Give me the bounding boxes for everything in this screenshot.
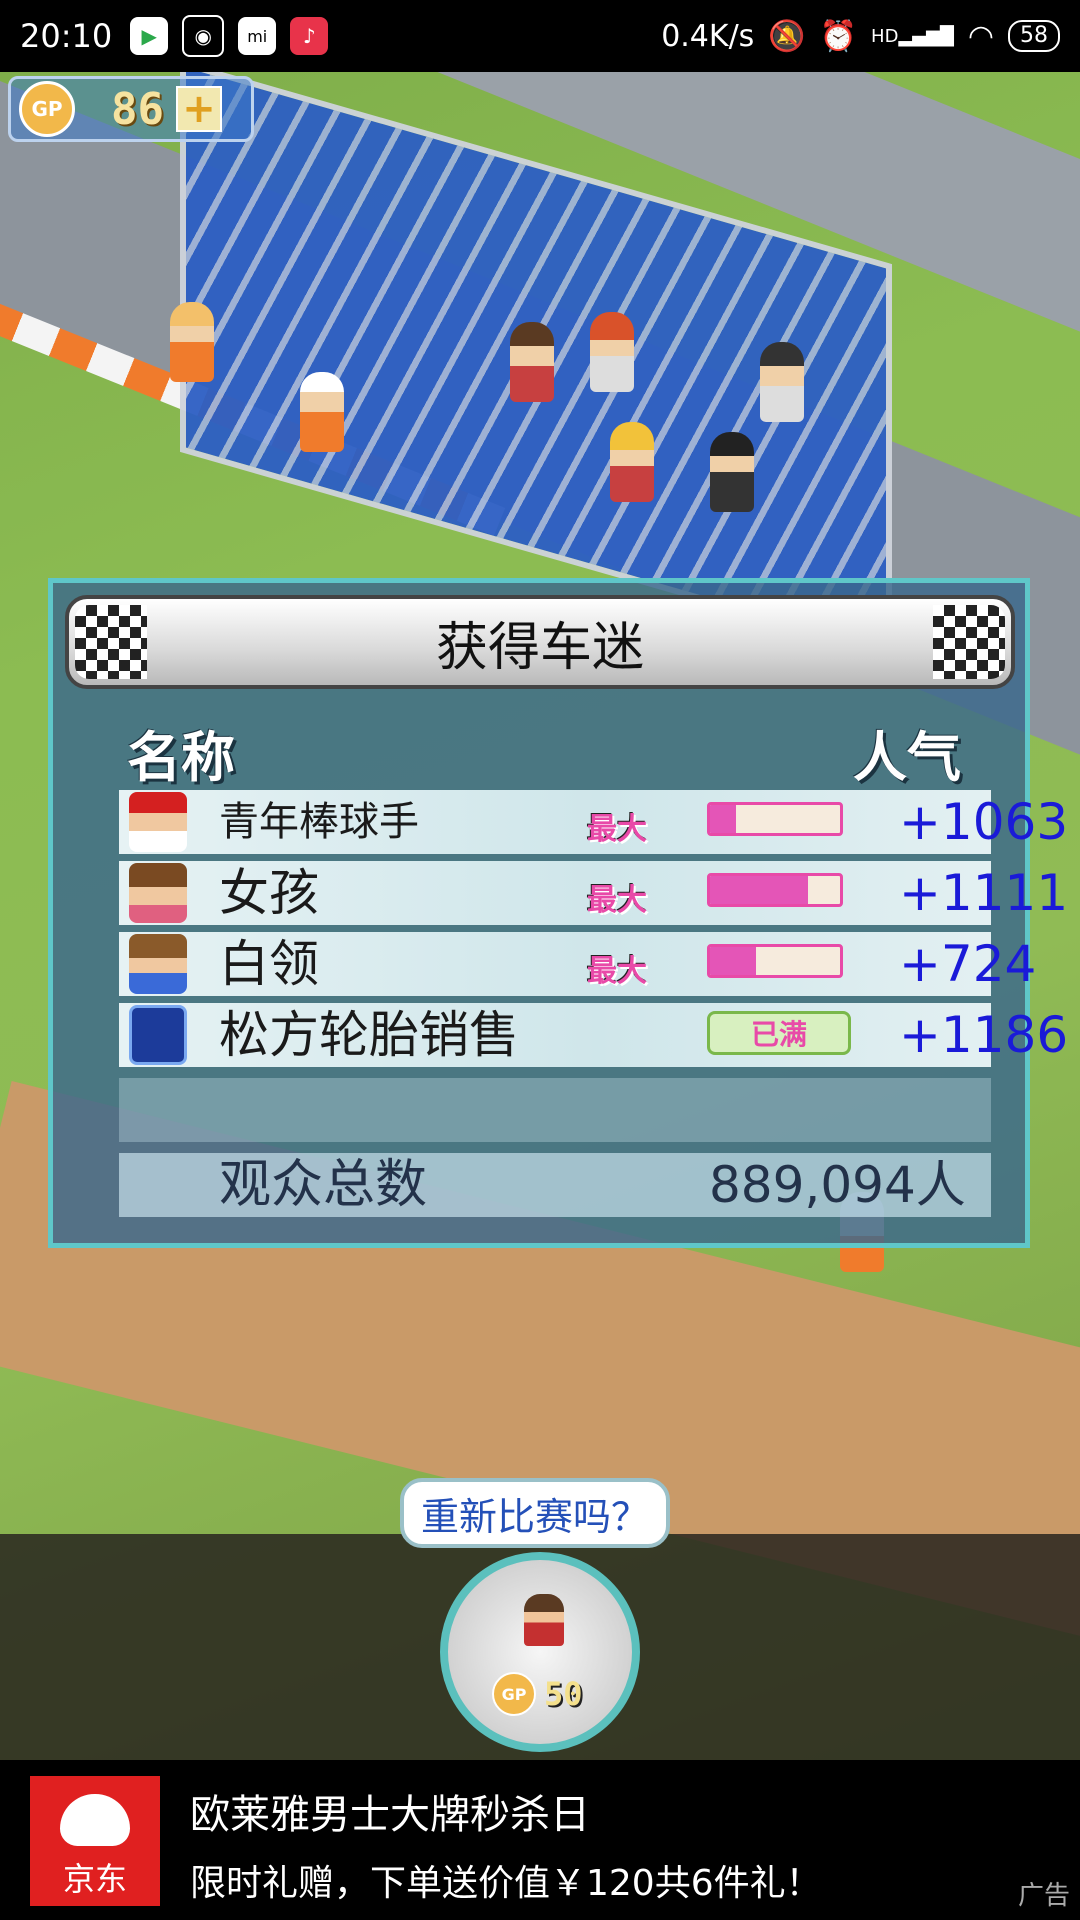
- fan-level-bar: [707, 873, 843, 907]
- jd-logo-text: 京东: [62, 1860, 127, 1898]
- max-badge: 最大: [587, 812, 647, 847]
- gp-currency-panel: GP 86 +: [8, 76, 254, 142]
- gp-value: 86: [111, 83, 164, 135]
- fan-popularity: +724: [899, 935, 1037, 993]
- total-audience-value: 889,094人: [709, 1156, 966, 1214]
- restart-cost: GP 50: [492, 1672, 583, 1716]
- spectator: [300, 372, 344, 452]
- battery-icon: 58: [1008, 20, 1060, 52]
- wifi-icon: ◠: [967, 18, 994, 54]
- fan-popularity: +1063: [899, 793, 1069, 851]
- jd-dog-icon: [60, 1794, 130, 1846]
- dialog-title-bar: 获得车迷: [65, 595, 1015, 689]
- ad-banner[interactable]: 京东 欧莱雅男士大牌秒杀日 限时礼赠，下单送价值￥120共6件礼！ 广告: [0, 1760, 1080, 1920]
- tire-shop-icon: [129, 1005, 187, 1065]
- weibo-icon: ◉: [182, 15, 225, 57]
- checkered-flag-icon: [933, 605, 1005, 679]
- driver-icon: [524, 1594, 564, 1646]
- fan-level-fill: [710, 947, 756, 975]
- dialog-title: 获得车迷: [435, 617, 644, 678]
- restart-cost-value: 50: [544, 1675, 583, 1713]
- fan-level-fill: [710, 805, 736, 833]
- spectator: [510, 322, 554, 402]
- add-gp-button[interactable]: +: [175, 86, 222, 132]
- empty-row: [119, 1078, 991, 1142]
- fans-gained-dialog: 获得车迷 名称 人气 青年棒球手 最大 +1063 女孩 最大 +1111 白领…: [48, 578, 1068, 1248]
- fan-level-bar: [707, 944, 843, 978]
- max-badge: 最大: [587, 883, 647, 918]
- play-store-icon: ▶: [130, 17, 169, 55]
- fan-name: 女孩: [219, 864, 319, 922]
- fan-name: 松方轮胎销售: [219, 1006, 519, 1064]
- fan-row: 青年棒球手 最大 +1063: [119, 790, 1068, 854]
- spectator: [710, 432, 754, 512]
- jd-logo: 京东: [30, 1776, 160, 1906]
- fan-level-bar: [707, 802, 843, 836]
- fan-row: 松方轮胎销售 已满 +1186: [119, 1003, 1068, 1067]
- gp-coin-icon: GP: [492, 1672, 536, 1716]
- restart-prompt: 重新比赛吗？: [400, 1478, 670, 1548]
- full-badge: 已满: [707, 1011, 851, 1055]
- tiktok-icon: ♪: [290, 17, 329, 55]
- spectator: [610, 422, 654, 502]
- alarm-icon: ⏰: [819, 18, 858, 54]
- spectator: [170, 302, 214, 382]
- fan-row: 女孩 最大 +1111: [119, 861, 1068, 925]
- clock: 20:10: [20, 17, 113, 55]
- spectator: [760, 342, 804, 422]
- fan-popularity: +1186: [899, 1006, 1069, 1064]
- ad-tag: 广告: [1017, 1881, 1070, 1911]
- fan-level-fill: [710, 876, 808, 904]
- status-bar: 20:10 ▶ ◉ mi ♪ 0.4K/s 🔕 ⏰ HD▂▄▆█ ◠ 58: [0, 0, 1080, 72]
- spectator: [590, 312, 634, 392]
- fan-name: 白领: [219, 935, 319, 993]
- mi-icon: mi: [238, 17, 277, 55]
- mute-bell-icon: 🔕: [768, 18, 806, 54]
- total-audience-row: 观众总数 889,094人: [119, 1153, 991, 1217]
- office-worker-avatar: [129, 934, 187, 994]
- fan-name: 青年棒球手: [219, 799, 419, 845]
- ad-subtitle: 限时礼赠，下单送价值￥120共6件礼！: [190, 1863, 822, 1904]
- network-speed: 0.4K/s: [661, 18, 755, 54]
- girl-avatar: [129, 863, 187, 923]
- gp-coin-icon: GP: [19, 81, 75, 137]
- ad-title: 欧莱雅男士大牌秒杀日: [190, 1792, 590, 1838]
- total-audience-label: 观众总数: [219, 1155, 428, 1215]
- fan-row: 白领 最大 +724: [119, 932, 1036, 996]
- checkered-flag-icon: [75, 605, 147, 679]
- column-header-popularity: 人气: [853, 726, 961, 789]
- max-badge: 最大: [587, 954, 647, 989]
- signal-icon: HD▂▄▆█: [871, 25, 954, 47]
- baseball-player-avatar: [129, 792, 187, 852]
- restart-race-button[interactable]: GP 50: [440, 1552, 640, 1752]
- column-header-name: 名称: [127, 726, 235, 789]
- fan-popularity: +1111: [899, 864, 1069, 922]
